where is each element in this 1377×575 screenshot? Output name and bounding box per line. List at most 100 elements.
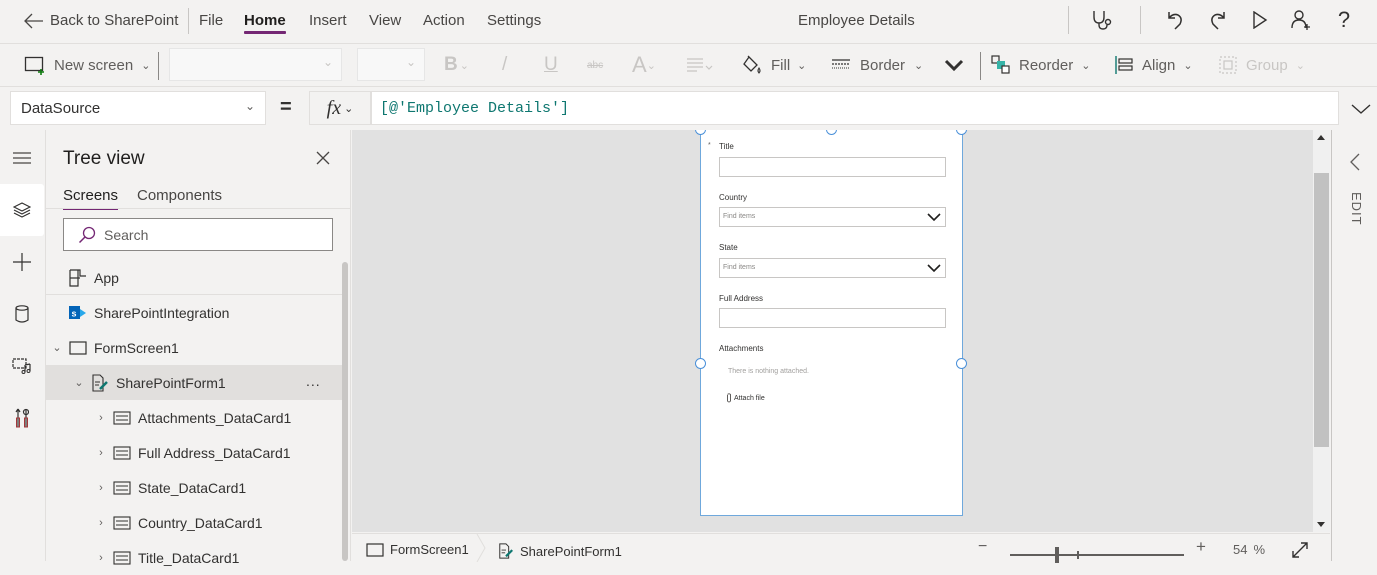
scrollbar-thumb[interactable] bbox=[1314, 173, 1329, 447]
menu-insert[interactable]: Insert bbox=[309, 12, 347, 29]
help-button[interactable]: ? bbox=[1330, 6, 1358, 34]
chevron-down-icon: ⌄ bbox=[646, 59, 656, 72]
hamburger-button[interactable] bbox=[0, 132, 44, 184]
preview-button[interactable] bbox=[1246, 6, 1274, 34]
font-color-button[interactable]: A ⌄ bbox=[632, 52, 656, 77]
align-button[interactable]: Align ⌄ bbox=[1114, 53, 1193, 77]
fill-button[interactable]: Fill ⌄ bbox=[742, 53, 806, 77]
underline-button[interactable]: U bbox=[544, 53, 558, 77]
expand-panel-button[interactable] bbox=[1346, 150, 1364, 174]
close-icon bbox=[316, 151, 330, 165]
search-placeholder: Search bbox=[104, 226, 149, 243]
tree-item-attachments-datacard[interactable]: › Attachments_DataCard1 bbox=[46, 400, 342, 435]
design-canvas[interactable]: * Title Country Find items State Find it… bbox=[352, 130, 1313, 532]
resize-handle[interactable] bbox=[695, 130, 706, 135]
group-button[interactable]: Group ⌄ bbox=[1218, 53, 1305, 77]
menu-file[interactable]: File bbox=[199, 12, 223, 29]
tree-scrollbar[interactable] bbox=[342, 262, 348, 561]
screen-icon bbox=[68, 339, 88, 357]
scroll-down-arrow-icon[interactable] bbox=[1317, 522, 1325, 527]
property-value: DataSource bbox=[21, 100, 101, 117]
fit-to-window-button[interactable] bbox=[1290, 540, 1310, 560]
back-to-sharepoint-button[interactable]: Back to SharePoint bbox=[24, 12, 178, 29]
full-address-input[interactable] bbox=[719, 308, 946, 328]
resize-handle[interactable] bbox=[956, 130, 967, 135]
tree-item-sharepointform1[interactable]: ⌄ SharePointForm1 ... bbox=[46, 365, 342, 400]
menu-action[interactable]: Action bbox=[423, 12, 465, 29]
font-size-select[interactable]: ⌄ bbox=[357, 48, 425, 81]
fx-button[interactable]: fx ⌄ bbox=[309, 91, 371, 125]
sharepoint-form[interactable]: * Title Country Find items State Find it… bbox=[695, 130, 967, 516]
chevron-down-icon: ⌄ bbox=[52, 342, 62, 354]
plus-icon bbox=[13, 253, 31, 271]
full-address-label: Full Address bbox=[719, 294, 764, 303]
tree-item-sharepointintegration[interactable]: s SharePointIntegration bbox=[46, 295, 342, 330]
font-color-icon: A bbox=[632, 52, 647, 77]
breadcrumb-sharepointform1[interactable]: SharePointForm1 bbox=[498, 542, 622, 560]
search-input[interactable]: Search bbox=[63, 218, 333, 251]
breadcrumb-formscreen1[interactable]: FormScreen1 bbox=[366, 542, 469, 557]
tree-item-label: Attachments_DataCard1 bbox=[138, 409, 292, 426]
title-input[interactable] bbox=[719, 157, 946, 177]
tab-screens[interactable]: Screens bbox=[63, 187, 119, 210]
property-select[interactable]: DataSource ⌄ bbox=[10, 91, 266, 125]
formula-input[interactable]: [@'Employee Details'] bbox=[371, 91, 1339, 125]
tree-item-formscreen1[interactable]: ⌄ FormScreen1 bbox=[46, 330, 342, 365]
chevron-down-icon: ⌄ bbox=[914, 59, 924, 72]
share-button[interactable] bbox=[1287, 6, 1315, 34]
database-icon bbox=[15, 305, 29, 323]
equals-sign: = bbox=[280, 96, 292, 118]
tree-view-button[interactable] bbox=[0, 184, 44, 236]
zoom-in-button[interactable]: + bbox=[1196, 537, 1206, 557]
close-tree-button[interactable] bbox=[312, 147, 334, 169]
undo-button[interactable] bbox=[1161, 6, 1189, 34]
more-toolbar-button[interactable] bbox=[944, 53, 964, 77]
chevron-down-icon: ⌄ bbox=[322, 55, 333, 69]
strikethrough-button[interactable]: abc bbox=[587, 53, 603, 77]
tree-item-state-datacard[interactable]: › State_DataCard1 bbox=[46, 470, 342, 505]
edit-label[interactable]: EDIT bbox=[1349, 192, 1364, 226]
tree-item-country-datacard[interactable]: › Country_DataCard1 bbox=[46, 505, 342, 540]
zoom-value: 54 bbox=[1233, 542, 1248, 557]
chevron-right-icon: › bbox=[99, 516, 103, 529]
new-screen-button[interactable]: New screen ⌄ bbox=[24, 53, 150, 77]
menu-home[interactable]: Home bbox=[244, 12, 286, 34]
tree-item-app[interactable]: App bbox=[46, 260, 342, 295]
state-dropdown[interactable]: Find items bbox=[719, 258, 946, 278]
redo-button[interactable] bbox=[1204, 6, 1232, 34]
expand-formula-button[interactable] bbox=[1346, 94, 1376, 124]
bold-button[interactable]: B ⌄ bbox=[444, 53, 469, 77]
more-options-button[interactable]: ... bbox=[306, 373, 321, 389]
media-button[interactable] bbox=[0, 340, 44, 392]
scroll-up-arrow-icon[interactable] bbox=[1317, 135, 1325, 140]
toolbar-divider bbox=[158, 52, 159, 80]
data-button[interactable] bbox=[0, 288, 44, 340]
resize-handle[interactable] bbox=[695, 358, 706, 369]
advanced-tools-button[interactable] bbox=[0, 392, 44, 444]
app-checker-button[interactable] bbox=[1088, 6, 1116, 34]
insert-button[interactable] bbox=[0, 236, 44, 288]
resize-handle[interactable] bbox=[826, 130, 837, 135]
reorder-button[interactable]: Reorder ⌄ bbox=[991, 53, 1090, 77]
border-button[interactable]: Border ⌄ bbox=[831, 53, 923, 77]
font-family-select[interactable]: ⌄ bbox=[169, 48, 342, 81]
zoom-out-button[interactable]: − bbox=[978, 538, 987, 556]
zoom-slider[interactable] bbox=[1010, 546, 1184, 563]
chevron-down-icon bbox=[927, 213, 941, 222]
attach-file-button[interactable]: Attach file bbox=[726, 393, 765, 403]
datacard-icon bbox=[112, 479, 132, 497]
tree-item-title-datacard[interactable]: › Title_DataCard1 bbox=[46, 540, 342, 575]
tab-components[interactable]: Components bbox=[137, 187, 222, 204]
tree-item-fulladdress-datacard[interactable]: › Full Address_DataCard1 bbox=[46, 435, 342, 470]
redo-icon bbox=[1211, 12, 1225, 30]
datacard-icon bbox=[112, 444, 132, 462]
text-align-button[interactable] bbox=[686, 53, 714, 77]
menu-divider bbox=[1140, 6, 1141, 34]
canvas-vertical-scrollbar[interactable] bbox=[1313, 130, 1330, 532]
menu-settings[interactable]: Settings bbox=[487, 12, 541, 29]
chevron-down-icon: ⌄ bbox=[141, 59, 151, 72]
resize-handle[interactable] bbox=[956, 358, 967, 369]
menu-view[interactable]: View bbox=[369, 12, 401, 29]
country-dropdown[interactable]: Find items bbox=[719, 207, 946, 227]
italic-button[interactable]: / bbox=[502, 53, 507, 77]
